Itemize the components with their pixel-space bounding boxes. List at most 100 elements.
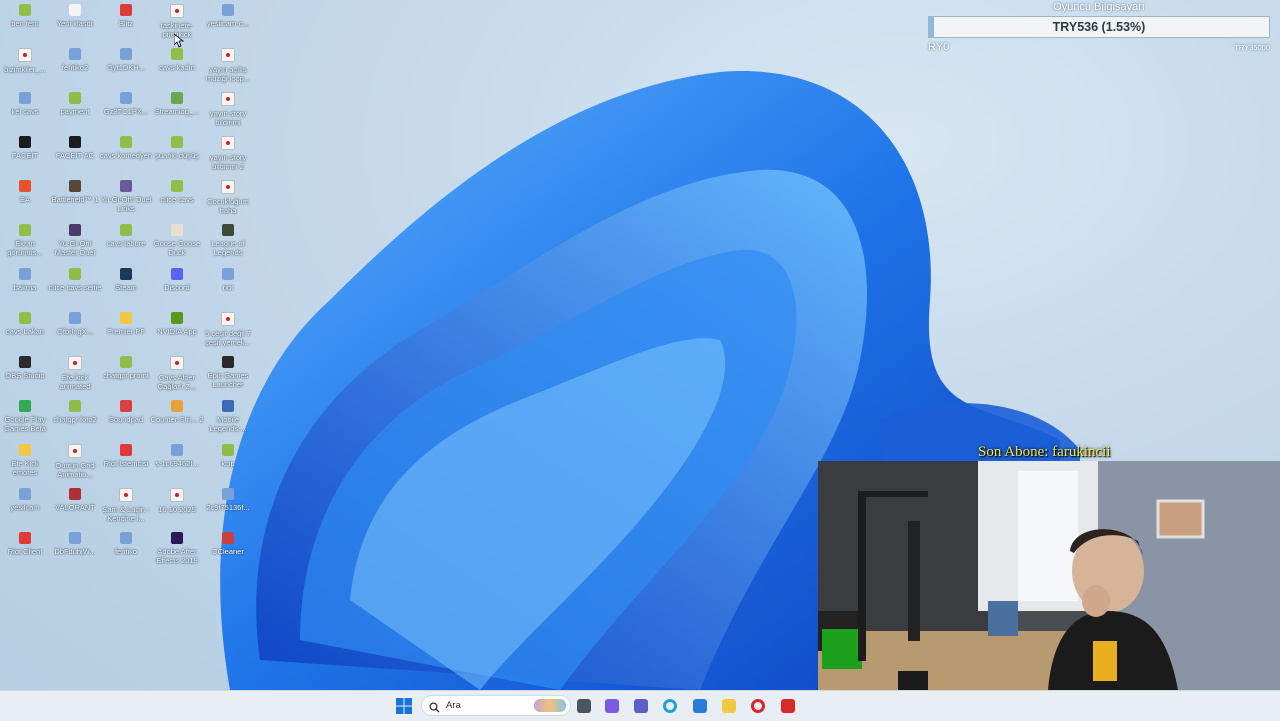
- desktop-icon[interactable]: Şam & Laçin - Kendine l...: [101, 484, 151, 523]
- desktop-icon[interactable]: feritiko: [101, 528, 151, 556]
- desktop-icon[interactable]: League of Legends: [203, 220, 253, 257]
- desktop-icon[interactable]: Gz3TC1PX...: [101, 88, 151, 116]
- desktop-icon-label: Efe kick animated: [59, 373, 91, 391]
- document-icon: [120, 532, 132, 544]
- desktop-icon[interactable]: kcip: [203, 440, 253, 468]
- desktop-icon[interactable]: yesilcam: [0, 484, 50, 512]
- desktop-icon[interactable]: OBS Studio: [0, 352, 50, 380]
- desktop-icon[interactable]: NVIDIA App: [152, 308, 202, 336]
- desktop-icon[interactable]: Ekran görüntüs...: [0, 220, 50, 257]
- desktop-icon-label: VALORANT: [55, 503, 95, 512]
- desktop-icon[interactable]: Yeni klasör: [50, 0, 100, 28]
- desktop-icon[interactable]: Soundpad: [101, 396, 151, 424]
- desktop-icon[interactable]: Efe kick animated: [50, 352, 100, 391]
- document-icon: [69, 532, 81, 544]
- desktop-icon-label: yesilcam: [10, 503, 40, 512]
- desktop-icon[interactable]: Efe Kick emotes: [0, 440, 50, 477]
- recording-file-icon: [221, 48, 235, 62]
- desktop-icon[interactable]: Gyt1DKH...: [101, 44, 151, 72]
- desktop-icon[interactable]: yayın story bildirimi: [203, 88, 253, 127]
- desktop-icon[interactable]: Yu-Gi-Oh! Master Duel: [50, 220, 100, 257]
- desktop-icon[interactable]: riot: [203, 264, 253, 292]
- desktop-icon[interactable]: Epic Games Launcher: [203, 352, 253, 389]
- desktop-icon[interactable]: FACEIT: [0, 132, 50, 160]
- desktop-icon[interactable]: Discord: [152, 264, 202, 292]
- desktop-icon[interactable]: cüce cavs selfie: [49, 264, 101, 292]
- desktop-icon[interactable]: Counter-Stri... 2: [151, 396, 203, 424]
- desktop-icon[interactable]: Blitz: [101, 0, 151, 28]
- wps-icon[interactable]: [778, 696, 798, 716]
- desktop-icon-label: CCleaner: [212, 547, 244, 556]
- desktop-icon[interactable]: VALORANT: [50, 484, 100, 512]
- desktop-icon[interactable]: cavs bakan: [0, 308, 50, 336]
- desktop-icon[interactable]: cüce cavs: [152, 176, 202, 204]
- desktop-icon[interactable]: Steam: [101, 264, 151, 292]
- desktop-icon[interactable]: Goose Goose Duck: [152, 220, 202, 257]
- opera-icon[interactable]: [748, 696, 768, 716]
- store-icon[interactable]: [690, 696, 710, 716]
- desktop-icon[interactable]: bizimkiler_...: [0, 44, 50, 74]
- start-icon[interactable]: [394, 696, 414, 716]
- taskbar-search-box[interactable]: Ara: [421, 695, 571, 716]
- desktop-icon[interactable]: Cavs Alper Çağlar'ı Z...: [152, 352, 202, 391]
- image-file-icon: [120, 356, 132, 368]
- desktop-icon[interactable]: cavs komedyen: [100, 132, 152, 160]
- streamlog-icon: [171, 92, 183, 104]
- desktop-icon[interactable]: Çocukluğum haha: [203, 176, 253, 215]
- desktop-icon[interactable]: FACEIT AC: [50, 132, 100, 160]
- mobile-legends-icon: [222, 400, 234, 412]
- desktop-icon-label: DbFduhjW...: [54, 547, 96, 556]
- file-explorer-icon[interactable]: [719, 696, 739, 716]
- desktop-icon[interactable]: bakma: [0, 264, 50, 292]
- desktop-icon[interactable]: chatgpt foto2: [50, 396, 100, 424]
- desktop-icon[interactable]: yayın story bildirimi 2: [203, 132, 253, 171]
- desktop-icon[interactable]: şuanki düşüş: [152, 132, 202, 160]
- recording-file-icon: [119, 488, 133, 502]
- copilot-icon[interactable]: [602, 696, 622, 716]
- desktop-icon[interactable]: Google Play Games Beta: [0, 396, 50, 433]
- desktop-icon[interactable]: Streamlog_...: [152, 88, 202, 116]
- task-view-icon[interactable]: [574, 696, 594, 716]
- desktop-icon-label: Gz3TC1PX...: [103, 107, 149, 116]
- goal-min-label: RY0: [928, 41, 950, 53]
- desktop-icon[interactable]: ben fero: [0, 0, 50, 28]
- desktop-icon[interactable]: DbFduhjW...: [50, 528, 100, 556]
- desktop-icon[interactable]: Outrun Grid Animatio...: [50, 440, 100, 479]
- folder-icon: [120, 312, 132, 324]
- edge-icon[interactable]: [660, 696, 680, 716]
- desktop-icon[interactable]: kel cavs: [0, 88, 50, 116]
- desktop-icon[interactable]: Premier PF: [101, 308, 151, 336]
- desktop-icon[interactable]: 5 çeşit değil 7 çeşit yemek...: [203, 308, 253, 347]
- document-icon: [19, 488, 31, 500]
- desktop-icon[interactable]: CCleaner: [203, 528, 253, 556]
- desktop-icon[interactable]: Riot İstemcisi: [101, 440, 151, 468]
- desktop-icon[interactable]: s-1c69462f...: [152, 440, 202, 468]
- desktop-icon-label: kcip: [221, 459, 235, 468]
- desktop-icon[interactable]: feritiko2: [50, 44, 100, 72]
- desktop-icon[interactable]: payment: [50, 88, 100, 116]
- nvidia-icon: [171, 312, 183, 324]
- teams-icon[interactable]: [631, 696, 651, 716]
- document-icon: [69, 48, 81, 60]
- desktop-icon-label: payment: [60, 107, 90, 116]
- desktop-icon[interactable]: Battlefield™ 1: [50, 176, 100, 204]
- desktop-icon[interactable]: yesilcam-o...: [203, 0, 253, 28]
- desktop-icon[interactable]: Yu-Gi-Oh! Duel Links: [101, 176, 151, 213]
- recording-file-icon: [170, 356, 184, 370]
- recording-file-icon: [221, 180, 235, 194]
- desktop-icon[interactable]: 2c9f75136f...: [203, 484, 253, 512]
- desktop-icon[interactable]: GfbrlngX...: [50, 308, 100, 336]
- desktop-icon-label: chatgpt foto2: [53, 415, 97, 424]
- desktop-icon[interactable]: Riot Client: [0, 528, 50, 556]
- desktop-icon[interactable]: cavs tabure: [101, 220, 151, 248]
- desktop-icon[interactable]: yayın açılış müziği loop...: [203, 44, 253, 83]
- desktop-icon[interactable]: 16.10.2025: [152, 484, 202, 514]
- desktop-icon-label: cavs bakan: [6, 327, 44, 336]
- desktop-icon[interactable]: Mobile Legends:...: [203, 396, 253, 433]
- desktop-icon-label: bakma: [13, 283, 37, 292]
- mouse-cursor-icon: [173, 33, 185, 53]
- desktop-icon[interactable]: chatgpt promt: [101, 352, 151, 380]
- desktop-icon-label: yayın açılış müziği loop...: [205, 65, 251, 83]
- desktop-icon[interactable]: Adobe After Effects 2019: [152, 528, 202, 565]
- desktop-icon[interactable]: EA: [0, 176, 50, 204]
